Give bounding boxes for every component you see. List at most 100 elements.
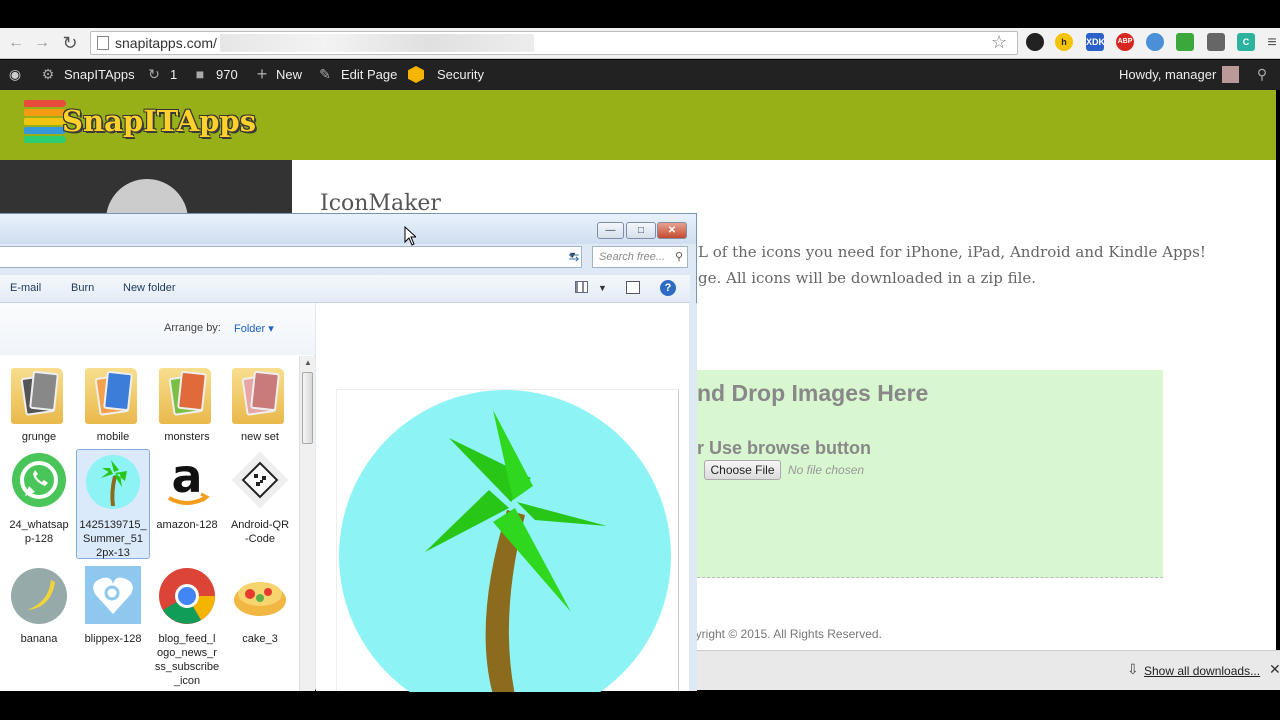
- file-label: banana: [20, 633, 58, 645]
- address-bar[interactable]: snapitapps.com/ ☆: [90, 31, 1018, 55]
- grid-icon[interactable]: [1176, 33, 1194, 51]
- drop-zone-title: nd Drop Images Here: [697, 380, 929, 406]
- xdk-icon[interactable]: XDK: [1086, 33, 1105, 51]
- list-item[interactable]: blog_feed_l ogo_news_r ss_subscribe _icon: [150, 563, 224, 689]
- arrange-value: Folder: [234, 323, 266, 335]
- palm-tree-icon: [83, 450, 143, 512]
- howdy-user[interactable]: Howdy, manager: [1119, 67, 1216, 82]
- forward-icon[interactable]: →: [32, 33, 52, 53]
- site-header: SnapITApps: [0, 90, 1276, 160]
- edit-page-link[interactable]: Edit Page: [341, 67, 397, 82]
- file-label: amazon-128: [156, 519, 218, 531]
- minimize-button[interactable]: —: [597, 222, 624, 239]
- burn-button[interactable]: Burn: [71, 282, 94, 294]
- abp-icon[interactable]: ABP: [1116, 33, 1134, 51]
- folder-icon: [9, 362, 69, 424]
- chevron-down-icon[interactable]: ▼: [598, 283, 607, 293]
- updates-count[interactable]: 1: [170, 67, 177, 82]
- intro-text-1: L of the icons you need for iPhone, iPad…: [698, 243, 1206, 261]
- reload-icon[interactable]: ↻: [60, 33, 80, 53]
- preview-pane: [316, 303, 690, 720]
- site-logo[interactable]: SnapITApps: [62, 104, 256, 138]
- updates-icon[interactable]: ↻: [146, 66, 162, 82]
- file-list-scrollbar[interactable]: ▲: [299, 356, 315, 691]
- views-icon[interactable]: [575, 281, 588, 293]
- list-item[interactable]: cake_3: [223, 563, 297, 647]
- edit-pencil-icon[interactable]: ✎: [317, 66, 333, 82]
- window-close-button[interactable]: ✕: [657, 222, 687, 239]
- cloud-icon[interactable]: [1146, 33, 1164, 51]
- search-icon[interactable]: ⚲: [1254, 66, 1270, 82]
- file-label: blippex-128: [84, 633, 142, 645]
- chrome-icon: [157, 564, 217, 626]
- qr-code-icon: [230, 450, 290, 512]
- file-label: blog_feed_l ogo_news_r ss_subscribe _icon: [154, 633, 220, 687]
- explorer-address-bar[interactable]: ▼: [0, 246, 582, 268]
- show-all-downloads-link[interactable]: Show all downloads...: [1144, 664, 1260, 678]
- file-explorer-window: — □ ✕ ▼ ⇆ Search free... ⚲ E-mail Burn N…: [0, 213, 697, 720]
- list-item[interactable]: a amazon-128: [150, 449, 224, 533]
- list-item[interactable]: monsters: [150, 361, 224, 445]
- list-item[interactable]: new set: [223, 361, 297, 445]
- refresh-icon[interactable]: ⇆: [563, 247, 585, 267]
- footer-copyright: pyright © 2015. All Rights Reserved.: [689, 627, 882, 641]
- list-item[interactable]: banana: [2, 563, 76, 647]
- dashboard-icon[interactable]: ⚙: [40, 66, 56, 82]
- comments-count[interactable]: 970: [216, 67, 238, 82]
- pdf-icon[interactable]: [1026, 33, 1044, 51]
- list-item[interactable]: blippex-128: [76, 563, 150, 647]
- svg-text:a: a: [171, 450, 202, 503]
- arrange-by-label: Arrange by:: [164, 322, 221, 334]
- arrange-by-dropdown[interactable]: Folder ▾: [234, 322, 274, 335]
- intro-text-2: ge. All icons will be downloaded in a zi…: [698, 269, 1037, 287]
- window-titlebar[interactable]: — □ ✕: [0, 214, 696, 244]
- new-link[interactable]: New: [276, 67, 302, 82]
- browser-toolbar: ← → ↻ snapitapps.com/ ☆ h XDK ABP C ≡: [0, 28, 1280, 59]
- security-link[interactable]: Security: [437, 67, 484, 82]
- site-name-link[interactable]: SnapITApps: [64, 67, 135, 82]
- comments-icon[interactable]: ■: [192, 66, 208, 82]
- palm-tree-preview-image: [339, 390, 671, 720]
- list-item[interactable]: Android-QR -Code: [223, 449, 297, 547]
- honey-icon[interactable]: h: [1055, 33, 1073, 51]
- window-border: [689, 303, 697, 691]
- screen: ← → ↻ snapitapps.com/ ☆ h XDK ABP C ≡ ◉ …: [0, 0, 1280, 720]
- list-item[interactable]: mobile: [76, 361, 150, 445]
- no-file-text: No file chosen: [788, 463, 865, 477]
- logo-mark: [24, 100, 66, 144]
- avatar[interactable]: [1222, 66, 1239, 83]
- preview-pane-icon[interactable]: [626, 281, 640, 294]
- puzzle-icon[interactable]: [1207, 33, 1225, 51]
- mouse-cursor-icon: [404, 226, 416, 246]
- wp-admin-bar: ◉ ⚙ SnapITApps ↻ 1 ■ 970 + New ✎ Edit Pa…: [0, 60, 1280, 90]
- image-drop-zone[interactable]: nd Drop Images Here r Use browse button …: [697, 370, 1163, 578]
- search-placeholder: Search free...: [599, 251, 666, 263]
- maximize-button[interactable]: □: [626, 222, 656, 239]
- scrollbar-thumb[interactable]: [302, 372, 313, 444]
- file-label: Android-QR -Code: [230, 519, 290, 545]
- amazon-icon: a: [157, 449, 217, 512]
- close-icon[interactable]: ✕: [1269, 661, 1280, 678]
- file-label: cake_3: [242, 633, 278, 645]
- choose-file-button[interactable]: Choose File: [704, 460, 781, 480]
- list-item[interactable]: 24_whatsap p-128: [2, 449, 76, 547]
- url-text: snapitapps.com/: [115, 35, 217, 51]
- email-button[interactable]: E-mail: [10, 282, 41, 294]
- file-label: grunge: [21, 431, 57, 443]
- search-icon[interactable]: ⚲: [675, 250, 683, 263]
- explorer-search-input[interactable]: Search free... ⚲: [592, 246, 688, 268]
- plus-icon[interactable]: +: [254, 65, 270, 83]
- new-folder-button[interactable]: New folder: [123, 282, 176, 294]
- wordpress-icon[interactable]: ◉: [7, 66, 23, 82]
- back-icon[interactable]: ←: [6, 33, 26, 53]
- drop-zone-subtitle: r Use browse button: [697, 438, 872, 458]
- scroll-up-icon[interactable]: ▲: [304, 358, 312, 367]
- list-item[interactable]: grunge: [2, 361, 76, 445]
- menu-icon[interactable]: ≡: [1262, 33, 1280, 53]
- c-icon[interactable]: C: [1237, 33, 1255, 51]
- security-shield-icon[interactable]: [408, 66, 424, 83]
- help-icon[interactable]: ?: [660, 280, 676, 296]
- list-item-selected[interactable]: 1425139715_ Summer_51 2px-13: [76, 449, 150, 559]
- bookmark-star-icon[interactable]: ☆: [991, 32, 1007, 53]
- cake-icon: [230, 564, 290, 626]
